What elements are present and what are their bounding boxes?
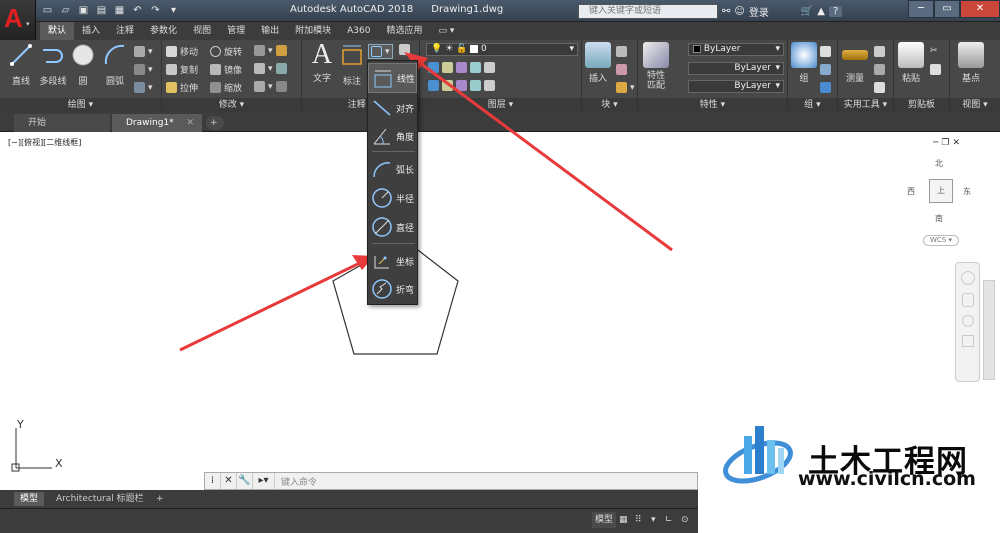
dim-linear-item[interactable]: 线性 [368, 63, 417, 93]
viewport-window-controls: ─ ❐ ✕ [933, 138, 960, 148]
menu-separator [372, 243, 415, 244]
command-input[interactable]: 键入命令 [275, 475, 317, 488]
menu-separator [372, 151, 415, 152]
dim-radius-item[interactable]: 半径 [368, 183, 417, 213]
linear-dimension-icon [374, 70, 392, 88]
cube-face-top[interactable]: 上 [929, 179, 953, 203]
dim-aligned-label: 对齐 [396, 104, 415, 115]
add-layout-button[interactable]: + [150, 492, 170, 506]
ortho-icon[interactable]: ∟ [662, 512, 676, 528]
arc-length-icon [373, 162, 391, 178]
viewport-close-icon[interactable]: ✕ [953, 138, 961, 148]
close-command-icon[interactable]: ✕ [221, 473, 237, 489]
dim-jogged-label: 折弯 [396, 285, 415, 296]
vertical-scrollbar[interactable] [983, 280, 995, 380]
command-prompt-icon[interactable]: ▸▾ [253, 473, 275, 489]
dim-angular-item[interactable]: 角度 [368, 121, 417, 151]
viewport-restore-icon[interactable]: ❐ [941, 138, 949, 148]
angular-dimension-icon [373, 128, 390, 145]
dim-ordinate-label: 坐标 [396, 257, 415, 268]
command-line-grip[interactable]: ⁞ [205, 473, 221, 489]
radius-icon [372, 188, 392, 208]
snap-menu-icon[interactable]: ▾ [648, 512, 659, 528]
ucs-icon [11, 428, 52, 472]
dim-radius-label: 半径 [396, 194, 415, 205]
wrench-icon[interactable]: 🔧 [237, 473, 253, 489]
ordinate-icon [374, 256, 389, 269]
ucs-x-label: X [55, 457, 63, 470]
viewport-minimize-icon[interactable]: ─ [933, 138, 938, 148]
layout-tabs: 模型 Architectural 标题栏 + [0, 490, 698, 508]
compass-east[interactable]: 东 [963, 186, 971, 197]
compass-north[interactable]: 北 [935, 158, 943, 169]
diameter-icon [372, 217, 392, 237]
dim-ordinate-item[interactable]: 坐标 [368, 246, 417, 276]
model-space-button[interactable]: 模型 [592, 512, 617, 528]
aligned-dimension-icon [373, 100, 391, 116]
navigation-bar[interactable] [955, 262, 980, 382]
compass-south[interactable]: 南 [935, 213, 943, 224]
autocad-window: ▭ ▱ ▣ ▤ ▦ ↶ ↷ ▾ Autodesk AutoCAD 2018 Dra… [0, 0, 1000, 533]
tab-model[interactable]: 模型 [14, 492, 45, 506]
dim-diameter-item[interactable]: 直径 [368, 212, 417, 242]
orbit-icon[interactable] [961, 335, 974, 347]
dim-angular-label: 角度 [396, 132, 415, 143]
dim-arclength-item[interactable]: 弧长 [368, 154, 417, 184]
wcs-label: WCS [929, 236, 947, 244]
status-bar: 模型 ▦ ⠿ ▾ ∟ ⊙ [0, 508, 698, 533]
dim-diameter-label: 直径 [396, 223, 415, 234]
snap-icon[interactable]: ⠿ [632, 512, 645, 528]
command-line: ⁞ ✕ 🔧 ▸▾ 键入命令 [204, 472, 698, 490]
civilcn-logo-icon [723, 426, 793, 484]
annotation-arrows [179, 52, 673, 352]
dim-jogged-item[interactable]: 折弯 [368, 274, 417, 304]
dim-aligned-item[interactable]: 对齐 [368, 93, 417, 123]
view-cube[interactable]: 北 西 上 东 南 [905, 150, 975, 245]
polar-icon[interactable]: ⊙ [678, 512, 692, 528]
ucs-y-label: Y [17, 418, 24, 431]
dimension-dropdown-menu: 线性 对齐 角度 弧长 半径 直径 坐标 折弯 [367, 60, 418, 305]
pan-icon[interactable] [961, 293, 974, 307]
grid-icon[interactable]: ▦ [616, 512, 631, 528]
tab-architectural-title[interactable]: Architectural 标题栏 [50, 492, 150, 506]
steering-wheel-icon[interactable] [960, 271, 975, 285]
jogged-icon [372, 279, 392, 299]
zoom-icon[interactable] [961, 315, 974, 327]
compass-west[interactable]: 西 [907, 186, 915, 197]
wcs-menu[interactable]: WCS ▾ [923, 235, 959, 246]
dim-linear-label: 线性 [397, 74, 416, 85]
dim-arclength-label: 弧长 [396, 165, 415, 176]
watermark-url: www.civilcn.com [798, 468, 976, 490]
